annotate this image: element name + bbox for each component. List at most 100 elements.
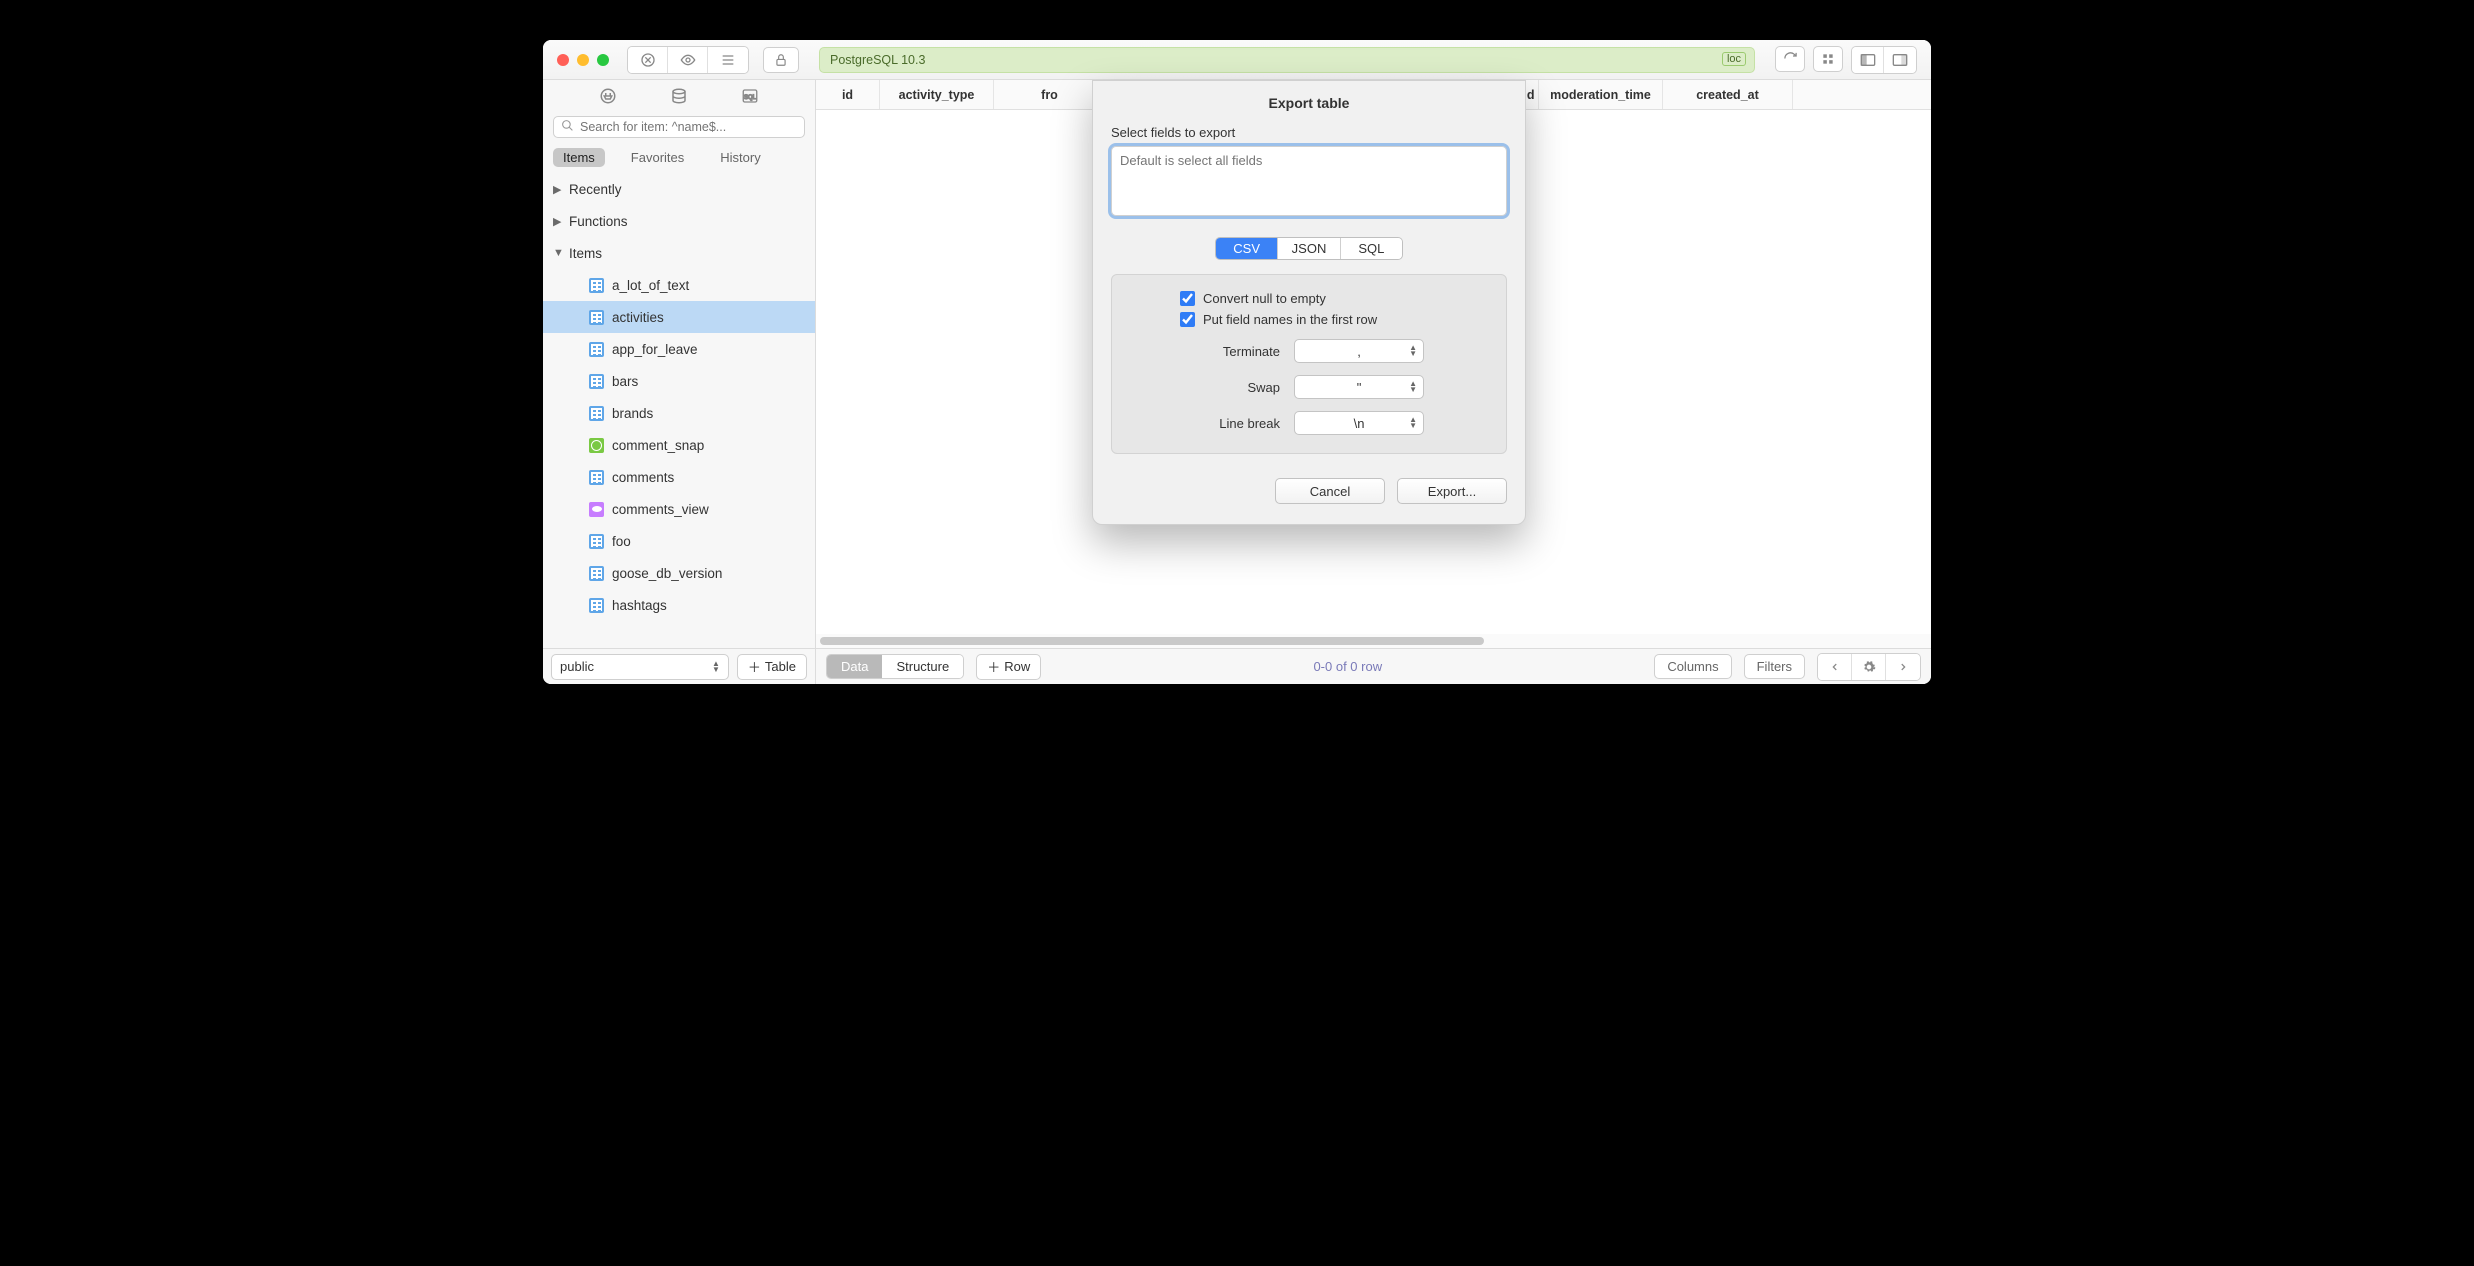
pagination-group: [1817, 653, 1921, 681]
sidebar-item-brands[interactable]: brands: [543, 397, 815, 429]
field-names-checkbox[interactable]: [1180, 312, 1195, 327]
tree-group-items[interactable]: ▼Items: [543, 237, 815, 269]
tree-group-recently[interactable]: ▶Recently: [543, 173, 815, 205]
minimize-window-button[interactable]: [577, 54, 589, 66]
sidebar-item-comments_view[interactable]: comments_view: [543, 493, 815, 525]
column-header-created_at[interactable]: created_at: [1663, 80, 1793, 109]
horizontal-scrollbar[interactable]: [816, 634, 1931, 648]
filters-button[interactable]: Filters: [1744, 654, 1805, 679]
content-bottom: Data Structure ＋Row 0-0 of 0 row Columns…: [816, 648, 1931, 684]
sidebar-tree: ▶Recently ▶Functions ▼Items a_lot_of_tex…: [543, 173, 815, 648]
search-wrap: [543, 116, 815, 144]
sidebar-item-label: activities: [612, 310, 664, 325]
view-mode-segment: Data Structure: [826, 654, 964, 679]
select-fields-label: Select fields to export: [1111, 125, 1507, 140]
sidebar-mode-icons: SQL: [543, 80, 815, 116]
format-segment: CSV JSON SQL: [1215, 237, 1403, 260]
segment-items[interactable]: Items: [553, 148, 605, 167]
convert-null-checkbox-row: Convert null to empty: [1130, 291, 1488, 306]
search-input[interactable]: [553, 116, 805, 138]
table-icon: [589, 278, 604, 293]
search-icon: [561, 119, 574, 137]
stepper-icon: ▲▼: [1409, 417, 1417, 429]
schema-selector[interactable]: public▲▼: [551, 654, 729, 680]
maximize-window-button[interactable]: [597, 54, 609, 66]
column-header-id[interactable]: id: [816, 80, 880, 109]
plus-icon: ＋: [987, 657, 1000, 676]
window-controls: [557, 54, 609, 66]
format-sql[interactable]: SQL: [1341, 238, 1402, 259]
sidebar-item-bars[interactable]: bars: [543, 365, 815, 397]
gear-icon[interactable]: [1852, 654, 1886, 680]
lock-icon[interactable]: [763, 47, 799, 73]
refresh-icon[interactable]: [1775, 46, 1805, 72]
app-window: PostgreSQL 10.3 loc SQL It: [543, 40, 1931, 684]
sidebar-item-activities[interactable]: activities: [543, 301, 815, 333]
sidebar-item-comment_snap[interactable]: comment_snap: [543, 429, 815, 461]
fields-input[interactable]: [1111, 146, 1507, 216]
list-icon[interactable]: [708, 47, 748, 73]
export-button[interactable]: Export...: [1397, 478, 1507, 504]
prev-page-button[interactable]: [1818, 654, 1852, 680]
sidebar-item-comments[interactable]: comments: [543, 461, 815, 493]
eye-icon[interactable]: [668, 47, 708, 73]
format-json[interactable]: JSON: [1278, 238, 1340, 259]
swap-select[interactable]: "▲▼: [1294, 375, 1424, 399]
view-data-tab[interactable]: Data: [827, 655, 882, 678]
sidebar-item-goose_db_version[interactable]: goose_db_version: [543, 557, 815, 589]
plug-icon[interactable]: [599, 87, 617, 110]
close-window-button[interactable]: [557, 54, 569, 66]
dialog-buttons: Cancel Export...: [1111, 478, 1507, 504]
mview-icon: [589, 438, 604, 453]
toolbar-right: [1775, 46, 1917, 74]
view-structure-tab[interactable]: Structure: [882, 655, 963, 678]
stepper-icon: ▲▼: [1409, 381, 1417, 393]
linebreak-select[interactable]: \n▲▼: [1294, 411, 1424, 435]
grid-icon[interactable]: [1813, 46, 1843, 72]
sidebar-item-label: comment_snap: [612, 438, 704, 453]
plus-icon: ＋: [748, 657, 761, 676]
sidebar-item-label: foo: [612, 534, 631, 549]
stepper-icon: ▲▼: [712, 661, 720, 673]
segment-favorites[interactable]: Favorites: [621, 148, 694, 167]
stepper-icon: ▲▼: [1409, 345, 1417, 357]
connection-badge[interactable]: PostgreSQL 10.3 loc: [819, 47, 1755, 73]
next-page-button[interactable]: [1886, 654, 1920, 680]
tree-group-functions[interactable]: ▶Functions: [543, 205, 815, 237]
titlebar: PostgreSQL 10.3 loc: [543, 40, 1931, 80]
terminate-row: Terminate ,▲▼: [1130, 339, 1488, 363]
csv-options-box: Convert null to empty Put field names in…: [1111, 274, 1507, 454]
format-csv[interactable]: CSV: [1216, 238, 1278, 259]
sql-icon[interactable]: SQL: [741, 87, 759, 110]
segment-history[interactable]: History: [710, 148, 770, 167]
column-header-fro[interactable]: fro: [994, 80, 1106, 109]
convert-null-checkbox[interactable]: [1180, 291, 1195, 306]
sidebar-item-a_lot_of_text[interactable]: a_lot_of_text: [543, 269, 815, 301]
add-table-button[interactable]: ＋Table: [737, 654, 807, 680]
terminate-select[interactable]: ,▲▼: [1294, 339, 1424, 363]
sidebar-item-label: a_lot_of_text: [612, 278, 689, 293]
column-header-moderation_time[interactable]: moderation_time: [1539, 80, 1663, 109]
swap-row: Swap "▲▼: [1130, 375, 1488, 399]
scrollbar-thumb[interactable]: [820, 637, 1484, 645]
sidebar-item-app_for_leave[interactable]: app_for_leave: [543, 333, 815, 365]
cancel-button[interactable]: Cancel: [1275, 478, 1385, 504]
table-icon: [589, 534, 604, 549]
cancel-query-icon[interactable]: [628, 47, 668, 73]
sidebar-segments: Items Favorites History: [543, 144, 815, 173]
right-panel-toggle-icon[interactable]: [1884, 47, 1916, 73]
table-icon: [589, 342, 604, 357]
column-header-activity_type[interactable]: activity_type: [880, 80, 994, 109]
sidebar-item-hashtags[interactable]: hashtags: [543, 589, 815, 621]
left-panel-toggle-icon[interactable]: [1852, 47, 1884, 73]
sidebar-item-foo[interactable]: foo: [543, 525, 815, 557]
columns-button[interactable]: Columns: [1654, 654, 1731, 679]
table-icon: [589, 566, 604, 581]
row-count-label: 0-0 of 0 row: [1053, 659, 1642, 674]
database-icon[interactable]: [670, 87, 688, 110]
view-icon: [589, 502, 604, 517]
sidebar-item-label: comments_view: [612, 502, 709, 517]
table-icon: [589, 470, 604, 485]
toolbar-group-left: [627, 46, 749, 74]
add-row-button[interactable]: ＋Row: [976, 654, 1041, 680]
